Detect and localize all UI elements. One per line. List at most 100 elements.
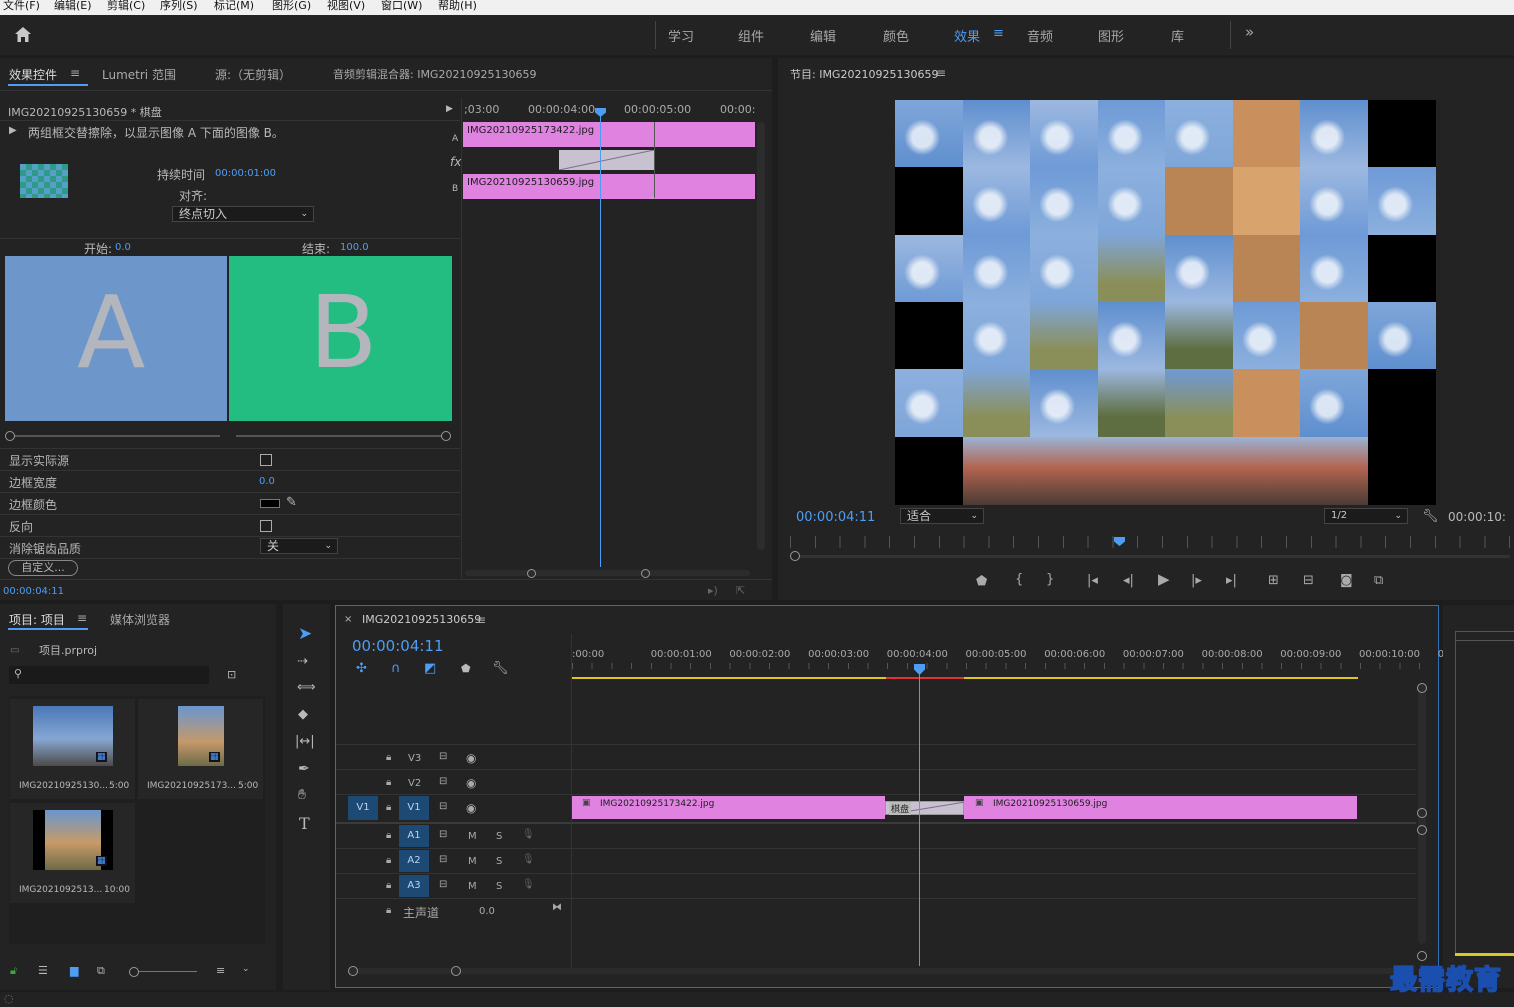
zoom-handle-left[interactable] xyxy=(348,966,358,976)
timeline-ruler[interactable]: :00:00 00:00:01:00 00:00:02:00 00:00:03:00 0… xyxy=(572,646,1444,670)
track-a3-target[interactable]: A3 xyxy=(399,875,429,897)
workspace-color[interactable]: 颜色 xyxy=(883,26,909,45)
step-forward-icon[interactable]: |▸ xyxy=(1191,574,1202,587)
tab-project[interactable]: 项目: 项目 xyxy=(9,611,65,628)
zoom-handle-left[interactable] xyxy=(527,569,536,578)
tab-audio-mixer[interactable]: 音频剪辑混合器: IMG20210925130659 xyxy=(333,66,536,82)
mute-button[interactable]: M xyxy=(468,831,477,842)
lock-icon[interactable]: 🔒︎ xyxy=(386,777,391,788)
freeform-view-icon[interactable]: ⧉ xyxy=(97,964,105,978)
timeline-transition[interactable]: 棋盘 xyxy=(885,801,965,815)
master-volume-value[interactable]: 0.0 xyxy=(479,906,495,917)
tab-source[interactable]: 源:（无剪辑） xyxy=(215,66,291,83)
mic-icon[interactable]: 🎙︎ xyxy=(522,879,535,890)
timeline-tab[interactable]: IMG20210925130659 xyxy=(362,613,481,626)
hand-tool-icon[interactable]: ✋︎ xyxy=(298,787,306,803)
icon-view-icon[interactable]: ▆ xyxy=(70,964,78,977)
lock-icon[interactable]: 🔒︎ xyxy=(386,802,391,813)
show-actual-sources-checkbox[interactable] xyxy=(260,454,272,466)
sort-icon[interactable]: ≡ xyxy=(216,964,225,977)
workspace-effects[interactable]: 效果 xyxy=(954,26,980,45)
play-audio-icon[interactable]: ▸) xyxy=(708,584,718,597)
zoom-handle-right[interactable] xyxy=(451,966,461,976)
solo-button[interactable]: S xyxy=(496,856,502,867)
menu-graphics[interactable]: 图形(G) xyxy=(272,0,311,12)
track-a2-target[interactable]: A2 xyxy=(399,850,429,872)
add-marker-icon[interactable]: ⬟ xyxy=(976,575,987,588)
go-to-end-icon[interactable]: ⧓ xyxy=(552,902,562,913)
menu-view[interactable]: 视图(V) xyxy=(327,0,365,12)
border-width-value[interactable]: 0.0 xyxy=(259,476,275,487)
resolution-select[interactable]: 1/2 ⌄ xyxy=(1324,508,1408,524)
menu-sequence[interactable]: 序列(S) xyxy=(160,0,198,12)
nest-icon[interactable]: ✣ xyxy=(356,661,367,676)
lock-icon[interactable]: 🔒︎ xyxy=(386,752,391,763)
sync-lock-icon[interactable]: ⊟ xyxy=(439,829,447,840)
menu-file[interactable]: 文件(F) xyxy=(3,0,40,12)
panel-menu-icon[interactable]: ≡ xyxy=(70,66,80,80)
mini-scrollbar[interactable] xyxy=(757,122,765,550)
tab-effect-controls[interactable]: 效果控件 xyxy=(9,66,57,83)
timeline-playhead-handle[interactable] xyxy=(914,664,925,675)
eyedropper-icon[interactable]: ✎ xyxy=(286,495,297,510)
custom-button[interactable]: 自定义... xyxy=(8,560,78,576)
workspace-learn[interactable]: 学习 xyxy=(668,26,694,45)
workspace-audio[interactable]: 音频 xyxy=(1027,26,1053,45)
sync-lock-icon[interactable]: ⊟ xyxy=(439,879,447,890)
go-to-out-icon[interactable]: ▸| xyxy=(1226,574,1237,587)
border-color-swatch[interactable] xyxy=(260,499,280,508)
extract-icon[interactable]: ⊟ xyxy=(1303,574,1314,587)
mini-clip-a[interactable]: IMG20210925173422.jpg xyxy=(463,122,755,147)
thumbnail-size-handle[interactable] xyxy=(129,967,139,977)
program-timecode[interactable]: 00:00:04:11 xyxy=(796,510,875,525)
lock-icon[interactable]: 🔒︎ xyxy=(386,830,391,841)
tab-lumetri[interactable]: Lumetri 范围 xyxy=(102,66,176,83)
scroll-handle[interactable] xyxy=(1417,808,1427,818)
camera-icon[interactable]: ◙ xyxy=(1340,574,1353,587)
lock-icon[interactable]: 🔓︎ xyxy=(10,964,17,978)
panel-menu-icon[interactable]: ≡ xyxy=(77,611,87,625)
chevron-down-icon[interactable]: ⌄ xyxy=(242,964,250,974)
lift-icon[interactable]: ⊞ xyxy=(1268,574,1279,587)
menu-help[interactable]: 帮助(H) xyxy=(438,0,477,12)
mini-clip-b[interactable]: IMG20210925130659.jpg xyxy=(463,174,755,199)
track-select-tool-icon[interactable]: ⇢ xyxy=(297,654,308,669)
start-slider-handle[interactable] xyxy=(5,431,15,441)
export-icon[interactable]: ⇱ xyxy=(736,584,745,597)
sync-lock-icon[interactable]: ⊟ xyxy=(439,776,447,787)
collapse-arrow-icon[interactable]: ▶ xyxy=(446,104,453,114)
wrench-icon[interactable]: 🔧︎ xyxy=(1422,509,1439,524)
timeline-horizontal-scrollbar[interactable] xyxy=(348,968,1408,974)
workspace-graphics[interactable]: 图形 xyxy=(1098,26,1124,45)
linked-selection-icon[interactable]: ◩ xyxy=(424,661,436,676)
lock-icon[interactable]: 🔒︎ xyxy=(386,905,391,916)
close-tab-icon[interactable]: × xyxy=(344,614,352,625)
eye-icon[interactable]: ◉ xyxy=(466,801,476,815)
workspace-editing[interactable]: 编辑 xyxy=(810,26,836,45)
compare-icon[interactable]: ⧉ xyxy=(1374,574,1383,587)
end-value[interactable]: 100.0 xyxy=(340,242,369,253)
menu-window[interactable]: 窗口(W) xyxy=(381,0,422,12)
home-icon[interactable] xyxy=(14,26,32,43)
list-view-icon[interactable]: ☰ xyxy=(38,964,48,977)
menu-edit[interactable]: 编辑(E) xyxy=(54,0,92,12)
end-slider-handle[interactable] xyxy=(441,431,451,441)
workspace-assembly[interactable]: 组件 xyxy=(738,26,764,45)
zoom-handle-right[interactable] xyxy=(641,569,650,578)
eye-icon[interactable]: ◉ xyxy=(466,751,476,765)
timeline-timecode[interactable]: 00:00:04:11 xyxy=(352,637,444,655)
solo-button[interactable]: S xyxy=(496,881,502,892)
expand-arrow-icon[interactable]: ▶ xyxy=(9,125,17,136)
sync-lock-icon[interactable]: ⊟ xyxy=(439,854,447,865)
align-select[interactable]: 终点切入 ⌄ xyxy=(172,206,314,222)
eye-icon[interactable]: ◉ xyxy=(466,776,476,790)
source-patch-v1[interactable]: V1 xyxy=(348,796,378,820)
effect-timecode[interactable]: 00:00:04:11 xyxy=(3,586,64,597)
mark-in-icon[interactable]: { xyxy=(1015,573,1023,586)
play-icon[interactable]: ▶ xyxy=(1158,572,1170,587)
go-to-in-icon[interactable]: |◂ xyxy=(1087,574,1098,587)
project-item[interactable]: ▦ IMG20210925130... 5:00 xyxy=(10,699,135,799)
timeline-settings-icon[interactable]: 🔧︎ xyxy=(492,661,509,676)
track-v1-target[interactable]: V1 xyxy=(399,796,429,820)
razor-tool-icon[interactable]: ◆ xyxy=(298,707,308,722)
